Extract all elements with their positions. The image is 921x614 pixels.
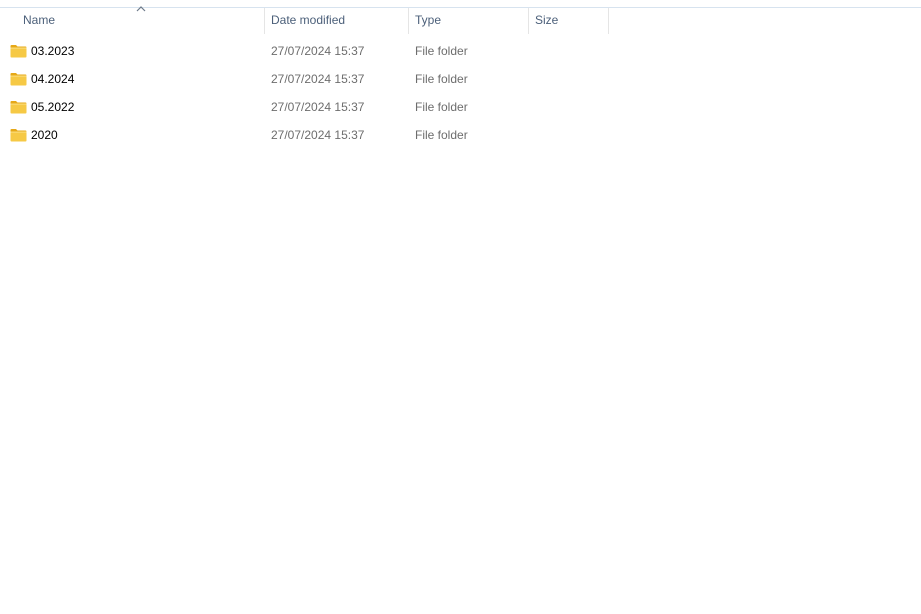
column-header-name-label: Name bbox=[23, 13, 56, 27]
file-explorer-details-view: Name Date modified Type Size 03.2023 27/… bbox=[0, 0, 921, 614]
date-modified-cell: 27/07/2024 15:37 bbox=[271, 128, 365, 142]
date-modified-cell: 27/07/2024 15:37 bbox=[271, 72, 365, 86]
name-cell: 05.2022 bbox=[10, 93, 260, 121]
type-cell: File folder bbox=[415, 44, 468, 58]
list-item[interactable]: 03.2023 27/07/2024 15:37 File folder bbox=[0, 37, 921, 65]
folder-icon bbox=[10, 129, 27, 142]
chevron-up-icon bbox=[136, 6, 146, 12]
column-header-size[interactable]: Size bbox=[529, 8, 608, 34]
name-cell: 04.2024 bbox=[10, 65, 260, 93]
folder-icon bbox=[10, 73, 27, 86]
file-name: 05.2022 bbox=[31, 100, 75, 114]
file-name: 04.2024 bbox=[31, 72, 75, 86]
name-cell: 03.2023 bbox=[10, 37, 260, 65]
column-header-size-label: Size bbox=[535, 13, 559, 27]
date-modified-cell: 27/07/2024 15:37 bbox=[271, 44, 365, 58]
type-cell: File folder bbox=[415, 100, 468, 114]
folder-icon bbox=[10, 101, 27, 114]
column-header-date-modified[interactable]: Date modified bbox=[265, 8, 408, 34]
folder-icon bbox=[10, 45, 27, 58]
file-name: 03.2023 bbox=[31, 44, 75, 58]
name-cell: 2020 bbox=[10, 121, 260, 149]
column-header-type-label: Type bbox=[415, 13, 442, 27]
type-cell: File folder bbox=[415, 128, 468, 142]
file-name: 2020 bbox=[31, 128, 58, 142]
column-header-type[interactable]: Type bbox=[409, 8, 528, 34]
list-item[interactable]: 05.2022 27/07/2024 15:37 File folder bbox=[0, 93, 921, 121]
column-divider[interactable] bbox=[608, 8, 609, 34]
list-item[interactable]: 04.2024 27/07/2024 15:37 File folder bbox=[0, 65, 921, 93]
file-list: 03.2023 27/07/2024 15:37 File folder 04.… bbox=[0, 37, 921, 149]
date-modified-cell: 27/07/2024 15:37 bbox=[271, 100, 365, 114]
column-header-name[interactable]: Name bbox=[0, 6, 264, 34]
column-header-bar: Name Date modified Type Size bbox=[0, 6, 921, 34]
type-cell: File folder bbox=[415, 72, 468, 86]
list-item[interactable]: 2020 27/07/2024 15:37 File folder bbox=[0, 121, 921, 149]
column-header-date-modified-label: Date modified bbox=[271, 13, 346, 27]
